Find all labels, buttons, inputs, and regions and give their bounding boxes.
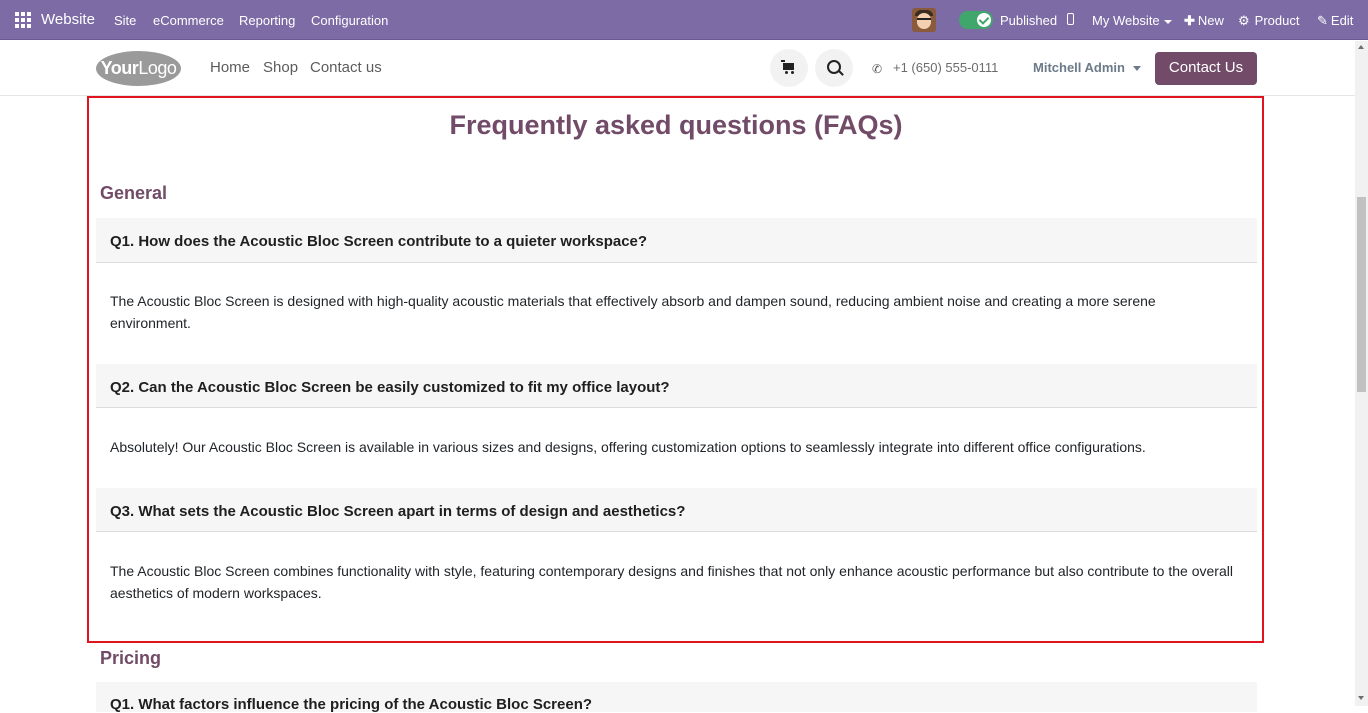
caret-down-icon [1132, 66, 1141, 72]
menu-reporting[interactable]: Reporting [239, 13, 295, 28]
menu-ecommerce[interactable]: eCommerce [153, 13, 224, 28]
cart-button[interactable] [770, 49, 808, 87]
plus-icon: ✚ [1184, 13, 1195, 28]
site-header: YourLogo Home Shop Contact us ✆ +1 (650)… [0, 41, 1355, 96]
check-icon [977, 13, 991, 27]
user-avatar[interactable] [912, 8, 936, 32]
search-icon [827, 60, 841, 74]
nav-shop[interactable]: Shop [263, 59, 298, 76]
faq-question-row[interactable]: Q1. What factors influence the pricing o… [96, 682, 1257, 713]
mobile-preview-icon[interactable] [1067, 13, 1074, 25]
logo-text-bold: Your [100, 58, 139, 78]
logo-text: Logo [138, 58, 177, 78]
menu-site[interactable]: Site [114, 13, 136, 28]
apps-grid-icon[interactable] [15, 12, 31, 28]
website-switcher[interactable]: My Website [1092, 13, 1172, 28]
editor-selection-outline [87, 96, 1264, 643]
new-button-label: New [1197, 13, 1224, 28]
user-name: Mitchell Admin [1033, 60, 1125, 75]
phone-icon: ✆ [872, 62, 883, 76]
edit-button-label: Edit [1330, 13, 1354, 28]
phone-number[interactable]: +1 (650) 555-0111 [893, 60, 998, 75]
published-label[interactable]: Published [1000, 13, 1057, 28]
cart-icon [781, 60, 794, 74]
product-button[interactable]: ⚙ Product [1238, 13, 1299, 29]
website-switcher-label: My Website [1092, 13, 1160, 28]
product-button-label: Product [1254, 13, 1300, 28]
caret-down-icon [1163, 19, 1172, 24]
faq-question: Q1. What factors influence the pricing o… [110, 696, 593, 713]
pencil-icon: ✎ [1317, 13, 1328, 28]
nav-home[interactable]: Home [210, 59, 250, 76]
nav-contact-us[interactable]: Contact us [310, 59, 382, 76]
user-menu[interactable]: Mitchell Admin [1033, 60, 1141, 75]
publish-toggle[interactable] [959, 11, 993, 29]
section-heading-pricing: Pricing [100, 648, 162, 668]
scrollbar-thumb[interactable] [1357, 197, 1366, 392]
new-button[interactable]: ✚ New [1184, 13, 1224, 29]
contact-us-button[interactable]: Contact Us [1155, 52, 1257, 85]
scroll-up-arrow-icon[interactable] [1358, 45, 1364, 49]
edit-button[interactable]: ✎ Edit [1317, 13, 1353, 29]
scroll-down-arrow-icon[interactable] [1358, 696, 1364, 700]
site-logo[interactable]: YourLogo [96, 51, 181, 86]
app-name[interactable]: Website [41, 11, 95, 28]
gear-icon: ⚙ [1238, 13, 1250, 28]
admin-navbar: Website Site eCommerce Reporting Configu… [0, 0, 1368, 40]
search-button[interactable] [815, 49, 853, 87]
menu-configuration[interactable]: Configuration [311, 13, 388, 28]
